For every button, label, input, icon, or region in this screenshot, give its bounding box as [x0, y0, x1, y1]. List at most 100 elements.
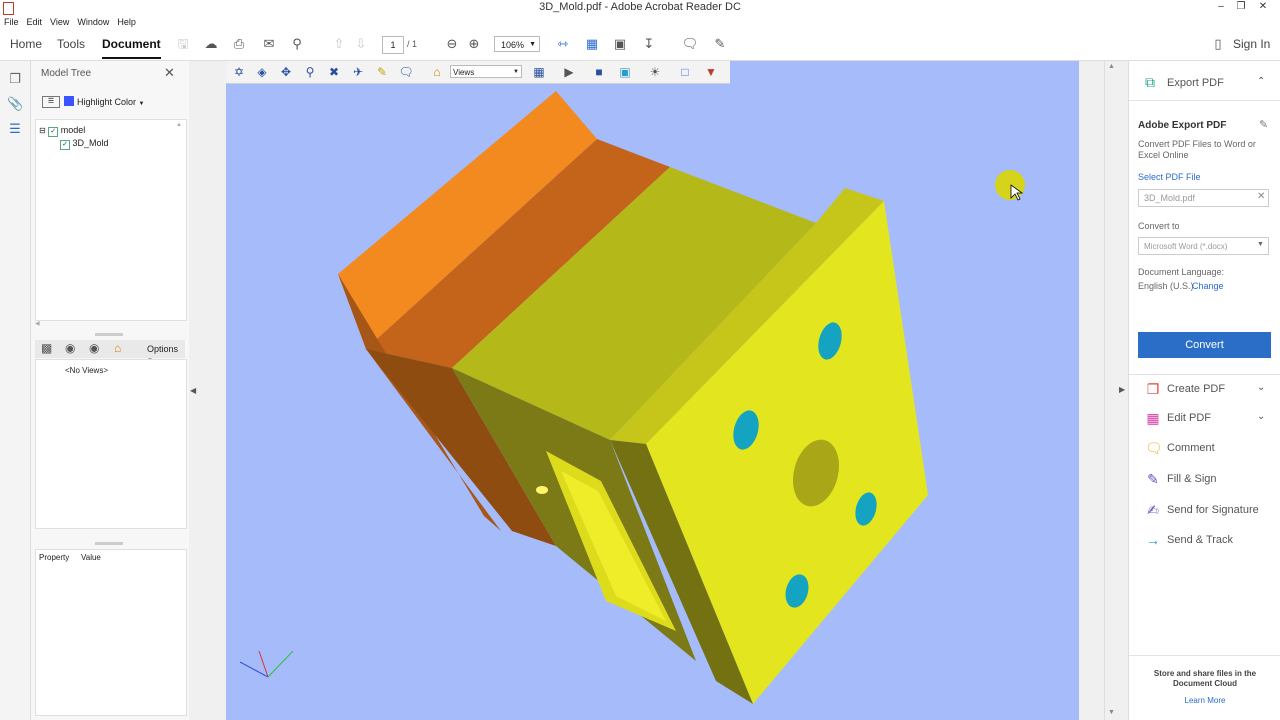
- zoom-select[interactable]: 106% ▼: [494, 36, 540, 52]
- change-language-link[interactable]: Change: [1192, 281, 1224, 291]
- tree-scrollbar[interactable]: ▲: [176, 122, 184, 318]
- upload-cloud-icon[interactable]: ☁: [202, 35, 220, 53]
- home-icon[interactable]: ⌂: [114, 341, 121, 355]
- tool-fill-sign[interactable]: ✎ Fill & Sign: [1129, 467, 1280, 495]
- previous-view-icon[interactable]: ◉: [65, 341, 75, 355]
- 3d-model[interactable]: [226, 61, 1079, 720]
- model-tree-icon[interactable]: ☰: [7, 121, 23, 137]
- full-screen-icon[interactable]: ▣: [611, 35, 629, 53]
- expand-icon[interactable]: ⊟: [39, 126, 46, 135]
- tree-node-3d-mold[interactable]: ✓ 3D_Mold: [60, 138, 109, 150]
- maximize-button[interactable]: ❐: [1230, 0, 1252, 15]
- save-icon[interactable]: 🖫: [174, 35, 192, 53]
- menu-window[interactable]: Window: [73, 15, 113, 29]
- pen-icon[interactable]: ✎: [711, 35, 729, 53]
- page-number-input[interactable]: 1: [382, 36, 404, 54]
- lighting-icon[interactable]: ☀: [646, 64, 664, 80]
- collapse-arrow-icon[interactable]: ◀: [190, 386, 196, 395]
- splitter-grip[interactable]: [95, 542, 123, 545]
- comment-3d-icon[interactable]: 🗨: [397, 64, 415, 80]
- menu-file[interactable]: File: [0, 15, 23, 29]
- zoom-out-icon[interactable]: ⊖: [443, 35, 461, 53]
- checkbox-icon[interactable]: ✓: [60, 140, 70, 150]
- comment-icon[interactable]: 🗨: [681, 35, 699, 53]
- close-icon[interactable]: ✕: [164, 65, 175, 81]
- menu-view[interactable]: View: [46, 15, 73, 29]
- edit-settings-icon[interactable]: ✎: [1259, 118, 1268, 131]
- checkbox-icon[interactable]: ✓: [48, 127, 59, 137]
- tree-options-icon[interactable]: ☰: [42, 96, 60, 108]
- background-color-icon[interactable]: □: [676, 64, 694, 80]
- expand-right-pane-icon[interactable]: ▶: [1119, 385, 1125, 394]
- clear-icon[interactable]: ✕: [1257, 191, 1265, 202]
- toggle-model-tree-icon[interactable]: ▦: [530, 64, 548, 80]
- convert-button[interactable]: Convert: [1138, 332, 1271, 358]
- chevron-up-icon[interactable]: ⌃: [1257, 76, 1265, 87]
- page-total: / 1: [407, 39, 418, 49]
- attachments-icon[interactable]: 📎: [7, 96, 23, 112]
- next-view-icon[interactable]: ◉: [89, 341, 99, 355]
- rotate-icon[interactable]: ✡: [230, 64, 248, 80]
- learn-more-link[interactable]: Learn More: [1129, 696, 1280, 705]
- views-select[interactable]: Views ▼: [450, 65, 522, 78]
- tree-node-model[interactable]: ⊟ ✓ model: [39, 125, 85, 137]
- minimize-button[interactable]: –: [1210, 0, 1232, 15]
- tool-label: Fill & Sign: [1167, 473, 1217, 485]
- email-icon[interactable]: ✉: [260, 35, 278, 53]
- camera-icon[interactable]: ▩: [41, 341, 52, 355]
- pan-icon[interactable]: ✥: [277, 64, 295, 80]
- document-scrollbar[interactable]: ▲ ▼: [1104, 61, 1119, 720]
- render-mode-icon[interactable]: ▣: [616, 64, 634, 80]
- fit-width-icon[interactable]: ⇿: [554, 35, 572, 53]
- highlight-color-swatch[interactable]: [64, 96, 74, 106]
- prev-page-icon[interactable]: ⇧: [330, 35, 348, 53]
- projection-icon[interactable]: ■: [590, 64, 608, 80]
- 3d-viewport[interactable]: ✡ ◈ ✥ ⚲ ✖ ✈ ✎ 🗨 ⌂ Views ▼ ▦ ▶ ■ ▣ ☀ □ ▼: [226, 61, 1079, 720]
- scroll-mode-icon[interactable]: ↧: [640, 35, 658, 53]
- tree-h-scrollbar[interactable]: ◀: [35, 320, 185, 328]
- splitter-grip[interactable]: [95, 333, 123, 336]
- left-panel-splitter[interactable]: ◀: [189, 61, 226, 720]
- tool-edit-pdf[interactable]: ▦ Edit PDF ⌄: [1129, 406, 1280, 434]
- menu-edit[interactable]: Edit: [23, 15, 47, 29]
- left-rail: ❐ 📎 ☰: [0, 61, 31, 720]
- fill-sign-icon: ✎: [1147, 471, 1159, 487]
- spin-icon[interactable]: ◈: [253, 64, 271, 80]
- tool-comment[interactable]: 🗨 Comment: [1129, 436, 1280, 464]
- tab-document[interactable]: Document: [102, 37, 161, 59]
- export-pdf-header[interactable]: ⧉ Export PDF ⌃: [1129, 71, 1280, 95]
- home-view-icon[interactable]: ⌂: [428, 64, 446, 80]
- tool-send-track[interactable]: → Send & Track: [1129, 528, 1280, 556]
- fit-page-icon[interactable]: ▦: [583, 35, 601, 53]
- fly-icon[interactable]: ✈: [349, 64, 367, 80]
- close-window-button[interactable]: ✕: [1252, 0, 1274, 15]
- scroll-down-icon[interactable]: ▼: [1108, 709, 1115, 716]
- views-box: <No Views>: [35, 359, 187, 529]
- tab-tools[interactable]: Tools: [57, 37, 85, 51]
- measure-icon[interactable]: ✎: [373, 64, 391, 80]
- menu-help[interactable]: Help: [113, 15, 140, 29]
- select-pdf-file-label[interactable]: Select PDF File: [1138, 172, 1201, 182]
- print-icon[interactable]: ⎙: [230, 35, 248, 53]
- search-icon[interactable]: ⚲: [288, 35, 306, 53]
- file-field[interactable]: 3D_Mold.pdf ✕: [1138, 189, 1269, 207]
- zoom-tool-icon[interactable]: ⚲: [301, 64, 319, 80]
- chevron-down-icon[interactable]: ⌄: [1257, 382, 1265, 393]
- next-page-icon[interactable]: ⇩: [352, 35, 370, 53]
- mobile-link-icon[interactable]: ▯: [1209, 35, 1227, 53]
- cross-section-icon[interactable]: ▼: [702, 64, 720, 80]
- tool-create-pdf[interactable]: ❐ Create PDF ⌄: [1129, 377, 1280, 405]
- play-animation-icon[interactable]: ▶: [560, 64, 578, 80]
- convert-to-select[interactable]: Microsoft Word (*.docx) ▼: [1138, 237, 1269, 255]
- tool-send-for-signature[interactable]: ✍ Send for Signature: [1129, 498, 1280, 526]
- no-views-label: <No Views>: [65, 366, 108, 375]
- tab-home[interactable]: Home: [10, 37, 42, 51]
- sign-in-link[interactable]: Sign In: [1233, 37, 1270, 51]
- page-thumbnails-icon[interactable]: ❐: [7, 71, 23, 87]
- chevron-down-icon[interactable]: ⌄: [1257, 411, 1265, 422]
- window-title: 3D_Mold.pdf - Adobe Acrobat Reader DC: [539, 1, 741, 13]
- scroll-up-icon[interactable]: ▲: [1108, 63, 1115, 70]
- walk-icon[interactable]: ✖: [325, 64, 343, 80]
- zoom-in-icon[interactable]: ⊕: [465, 35, 483, 53]
- highlight-color-label[interactable]: Highlight Color ▼: [77, 97, 145, 107]
